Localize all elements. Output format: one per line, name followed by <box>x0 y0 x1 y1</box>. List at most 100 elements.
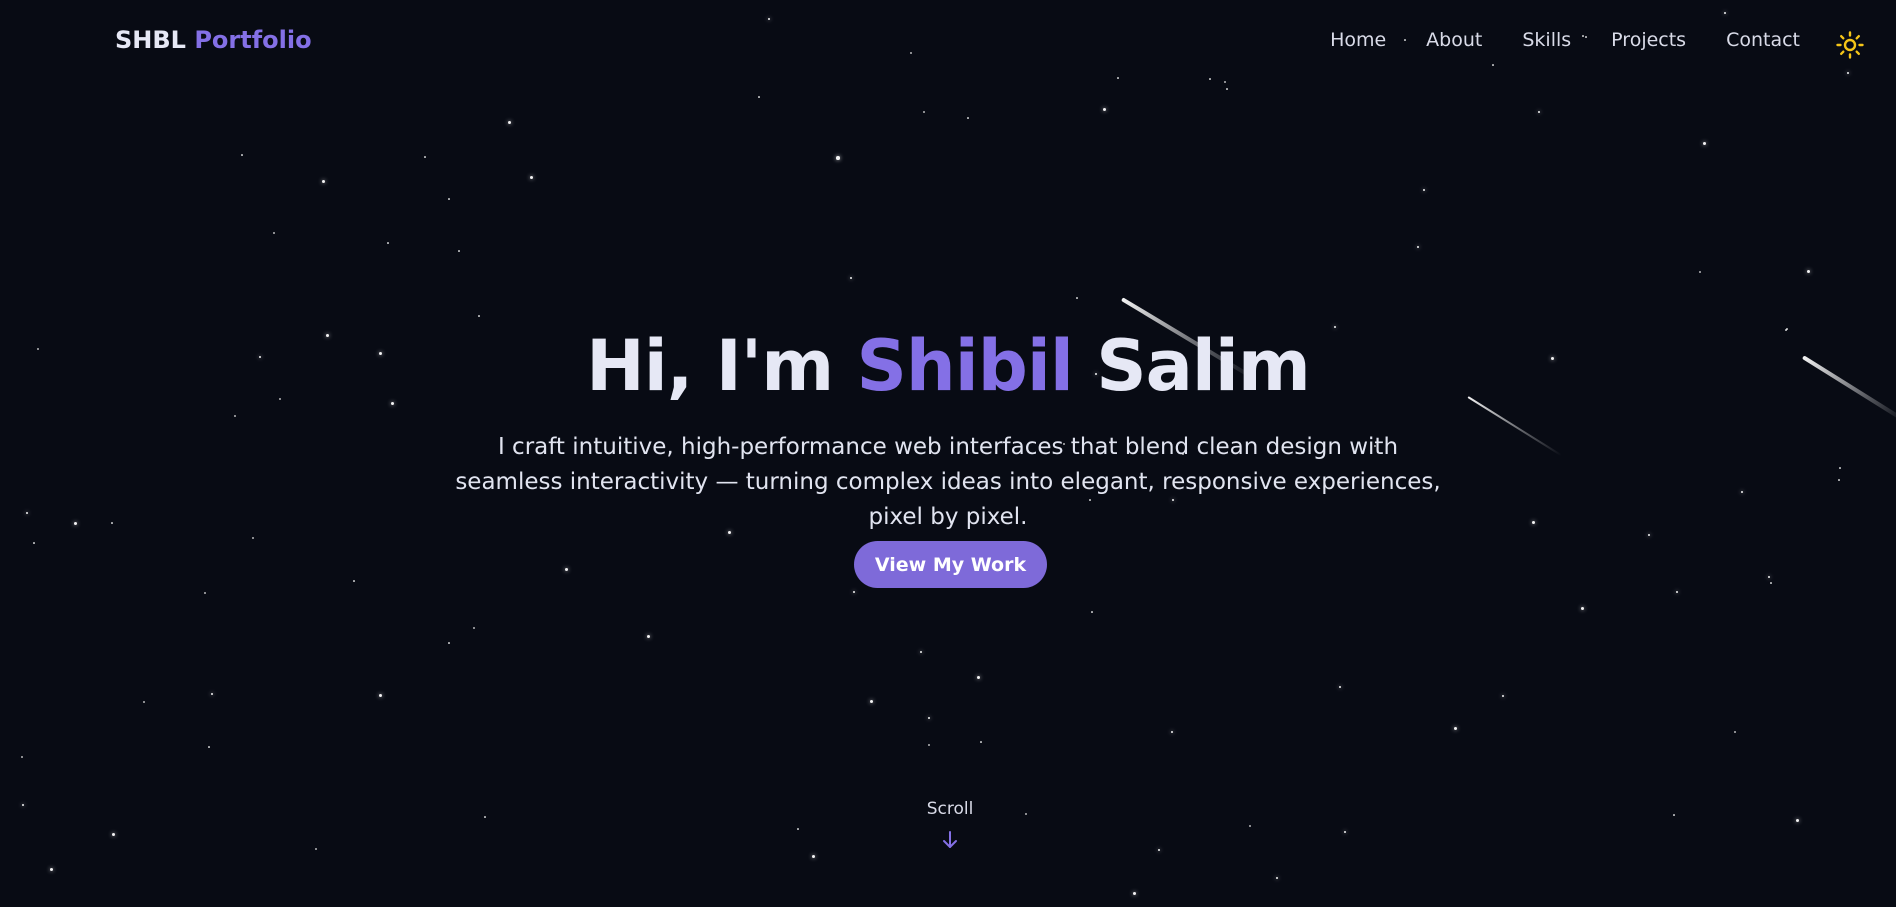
star <box>1102 107 1106 111</box>
star <box>33 542 35 544</box>
star <box>767 17 771 21</box>
star <box>1723 11 1727 15</box>
star <box>1501 694 1505 698</box>
star <box>387 242 389 244</box>
site-logo[interactable]: SHBL Portfolio <box>115 24 312 56</box>
star <box>1157 848 1161 852</box>
star <box>208 746 210 748</box>
star <box>1226 88 1228 90</box>
nav-link-about[interactable]: About <box>1426 26 1482 54</box>
star <box>1740 490 1744 494</box>
star <box>976 675 980 679</box>
star <box>507 120 511 124</box>
scroll-indicator[interactable]: Scroll <box>900 798 1000 850</box>
star <box>484 816 486 818</box>
star <box>1806 269 1810 273</box>
nav-link-home[interactable]: Home <box>1330 26 1386 54</box>
star <box>234 415 236 417</box>
star <box>448 642 450 644</box>
star <box>1170 730 1174 734</box>
hero-greeting: Hi, I'm <box>586 325 834 407</box>
star <box>315 848 317 850</box>
star <box>458 250 460 252</box>
star <box>836 156 840 160</box>
star <box>849 276 853 280</box>
star <box>252 537 254 539</box>
nav-link-contact[interactable]: Contact <box>1726 26 1800 54</box>
star <box>980 741 982 743</box>
star <box>210 692 214 696</box>
star <box>1647 533 1651 537</box>
star <box>49 867 53 871</box>
view-my-work-button[interactable]: View My Work <box>854 541 1047 588</box>
star <box>1699 271 1701 273</box>
star <box>1416 245 1420 249</box>
nav-link-skills[interactable]: Skills <box>1522 26 1571 54</box>
star <box>1224 81 1226 83</box>
star <box>1422 188 1426 192</box>
star <box>1537 110 1541 114</box>
star <box>1846 71 1850 75</box>
star <box>1249 825 1251 827</box>
star <box>1076 297 1078 299</box>
star <box>1025 813 1027 815</box>
arrow-down-icon <box>943 831 957 848</box>
star <box>478 315 480 317</box>
star <box>1795 818 1799 822</box>
hero-tagline: I craft intuitive, high-performance web … <box>455 434 1441 530</box>
star <box>73 521 77 525</box>
star <box>1531 520 1535 524</box>
star <box>869 699 873 703</box>
star <box>204 592 206 594</box>
star <box>564 567 568 571</box>
star <box>1702 141 1706 145</box>
nav-link-projects[interactable]: Projects <box>1611 26 1686 54</box>
logo-accent-text: Portfolio <box>194 26 312 54</box>
star <box>1838 479 1840 481</box>
star <box>1453 726 1457 730</box>
hero-last-name: Salim <box>1096 325 1311 407</box>
hero-page: SHBL Portfolio Home About Skills Project… <box>0 0 1896 907</box>
star <box>21 756 23 758</box>
star <box>1091 611 1093 613</box>
star <box>378 693 382 697</box>
hero-first-name: Shibil <box>856 325 1074 407</box>
star <box>758 96 760 98</box>
star <box>529 175 533 179</box>
logo-main-text: SHBL <box>115 26 186 54</box>
star <box>1770 582 1772 584</box>
star <box>1343 830 1347 834</box>
star <box>273 232 275 234</box>
star <box>1767 575 1771 579</box>
star <box>852 590 856 594</box>
star <box>321 179 325 183</box>
sun-icon <box>1836 31 1864 59</box>
star <box>967 117 969 119</box>
star <box>927 716 931 720</box>
star <box>111 522 113 524</box>
star <box>473 627 475 629</box>
star <box>811 854 815 858</box>
star <box>21 803 25 807</box>
star <box>1275 876 1279 880</box>
star <box>797 828 799 830</box>
star <box>143 701 145 703</box>
star <box>1492 64 1494 66</box>
star <box>241 154 243 156</box>
star <box>1673 814 1675 816</box>
star <box>1338 685 1342 689</box>
star <box>25 511 29 515</box>
star <box>448 198 450 200</box>
star <box>1839 467 1841 469</box>
star <box>1209 78 1211 80</box>
hero-heading: Hi, I'm Shibil Salim <box>0 323 1896 409</box>
theme-toggle-button[interactable] <box>1836 31 1864 59</box>
star <box>928 744 930 746</box>
main-nav: Home About Skills Projects Contact <box>1330 26 1800 54</box>
star <box>1734 731 1736 733</box>
star <box>1117 77 1119 79</box>
star <box>910 52 912 54</box>
star <box>424 156 426 158</box>
star <box>111 832 115 836</box>
star <box>923 111 925 113</box>
